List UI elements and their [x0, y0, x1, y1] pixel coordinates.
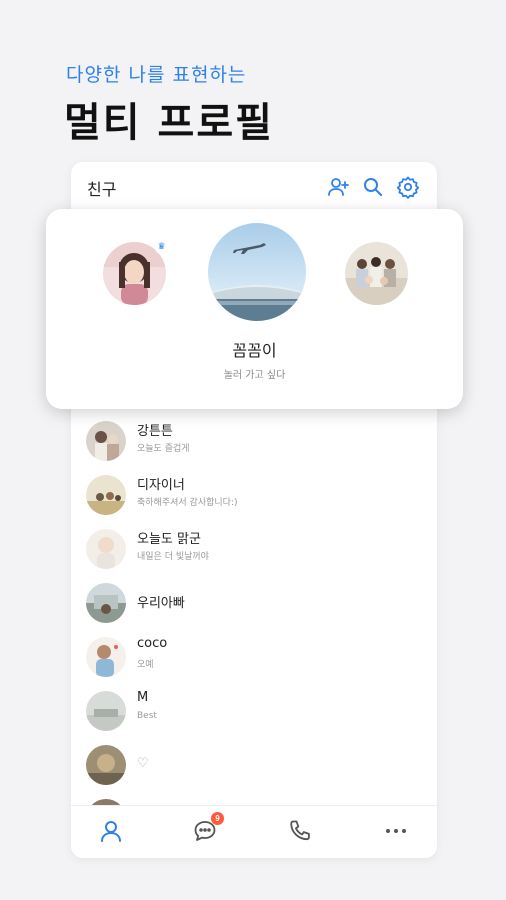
- avatar: [86, 691, 126, 731]
- friend-name: 우리아빠: [137, 596, 185, 611]
- friend-list: 강튼튼 오늘도 즐겁게 디자이너 축하해주셔서 감사합니다:) 오늘도 맑군 내…: [71, 414, 437, 846]
- friend-status: 오늘도 즐겁게: [137, 444, 190, 454]
- friend-name: 오늘도 맑군: [137, 532, 201, 547]
- bottom-nav: 9: [71, 805, 437, 858]
- friend-name: M: [137, 690, 149, 705]
- search-icon[interactable]: [361, 175, 385, 199]
- add-friend-icon[interactable]: [326, 175, 350, 199]
- multi-profile-card: ♛ 꼼꼼이 놀러 가고 싶다: [46, 209, 463, 409]
- settings-icon[interactable]: [396, 175, 420, 199]
- avatar: [86, 583, 126, 623]
- friend-status: 오예: [137, 660, 154, 670]
- friend-name: 디자이너: [137, 478, 185, 493]
- headline-subtitle: 다양한 나를 표현하는: [66, 64, 247, 86]
- crown-icon: ♛: [155, 241, 168, 254]
- top-bar: 친구: [71, 162, 437, 210]
- list-item[interactable]: coco 오예: [71, 630, 437, 684]
- page-title: 친구: [87, 180, 117, 199]
- friend-status: 내일은 더 빛날꺼야: [137, 552, 209, 562]
- chat-icon[interactable]: 9: [192, 812, 224, 844]
- friend-name: coco: [137, 636, 168, 651]
- list-item[interactable]: M Best: [71, 684, 437, 738]
- friend-status: 축하해주셔서 감사합니다:): [137, 498, 238, 508]
- friend-name: 강튼튼: [137, 424, 173, 439]
- friends-icon[interactable]: [98, 818, 124, 844]
- friend-status: Best: [137, 711, 157, 721]
- call-icon[interactable]: [287, 818, 313, 844]
- more-icon[interactable]: [383, 818, 409, 844]
- profile-avatar-family[interactable]: [345, 242, 408, 305]
- list-item[interactable]: 디자이너 축하해주셔서 감사합니다:): [71, 468, 437, 522]
- chat-badge: 9: [211, 812, 224, 825]
- avatar: [86, 637, 126, 677]
- list-item[interactable]: 강튼튼 오늘도 즐겁게: [71, 414, 437, 468]
- list-item[interactable]: 우리아빠: [71, 576, 437, 630]
- avatar: [86, 421, 126, 461]
- profile-avatar-airplane[interactable]: [208, 223, 306, 321]
- avatar: [86, 745, 126, 785]
- avatar: [86, 475, 126, 515]
- active-profile-status: 놀러 가고 싶다: [223, 370, 286, 381]
- list-item[interactable]: 오늘도 맑군 내일은 더 빛날꺼야: [71, 522, 437, 576]
- headline-title: 멀티 프로필: [64, 100, 274, 146]
- active-profile-name: 꼼꼼이: [232, 341, 277, 360]
- avatar: [86, 529, 126, 569]
- list-item[interactable]: ♡: [71, 738, 437, 792]
- friend-status: ♡: [137, 756, 149, 771]
